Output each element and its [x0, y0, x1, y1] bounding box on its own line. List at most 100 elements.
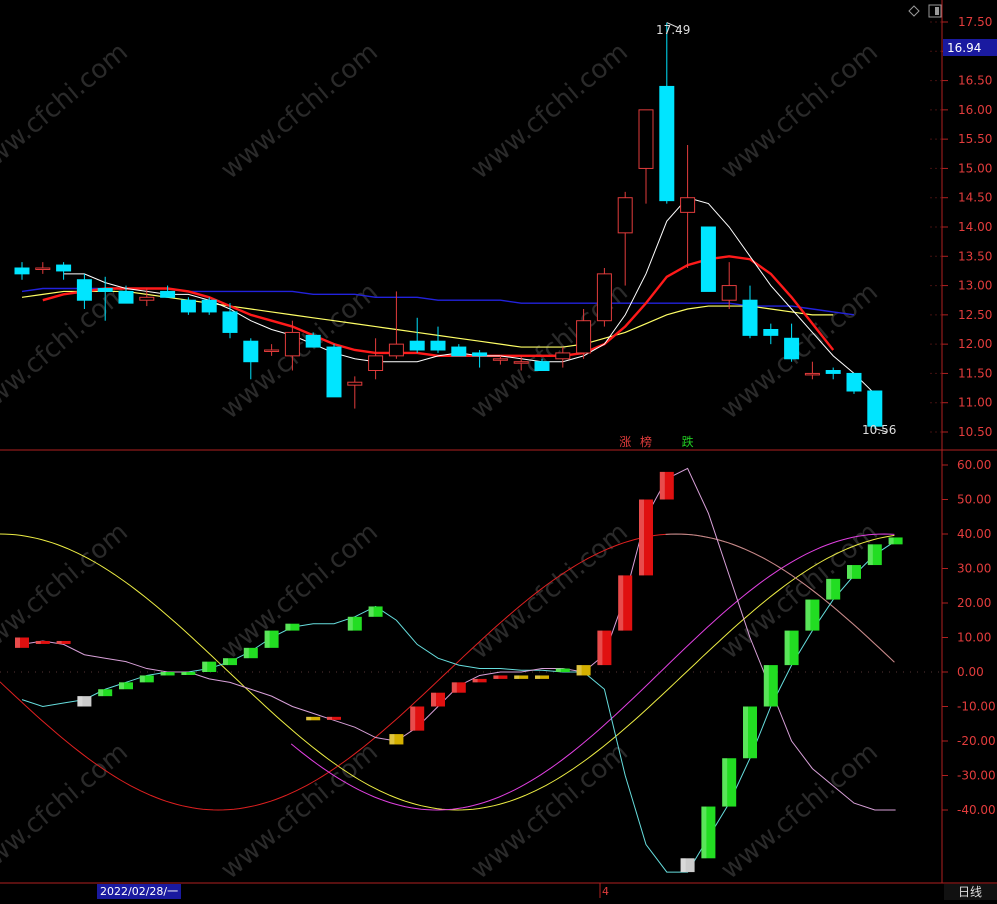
- osc-tick-label: 30.00: [957, 562, 991, 576]
- oscillator-bar[interactable]: [493, 675, 508, 679]
- oscillator-bar[interactable]: [680, 858, 695, 873]
- osc-tick-label: 40.00: [957, 527, 991, 541]
- candle[interactable]: [846, 372, 862, 394]
- low-price-label: 10.56: [862, 423, 896, 437]
- oscillator-bar-shine: [35, 640, 41, 644]
- oscillator-bar-shine: [826, 578, 832, 600]
- period-label[interactable]: 日线: [958, 885, 982, 899]
- price-tick-label: 15.00: [958, 161, 992, 175]
- oscillator-bar[interactable]: [347, 616, 362, 631]
- oscillator-bar-shine: [597, 630, 603, 666]
- candle-body: [14, 267, 30, 275]
- oscillator-bar[interactable]: [160, 672, 175, 676]
- candle-body: [700, 226, 716, 292]
- oscillator-bar-shine: [410, 706, 416, 731]
- oscillator-bar[interactable]: [410, 706, 425, 731]
- candle-body: [680, 197, 696, 213]
- price-tick-label: 16.00: [958, 103, 992, 117]
- oscillator-bar-shine: [119, 682, 124, 690]
- price-tick-label: 11.00: [958, 396, 992, 410]
- osc-tick-label: 50.00: [957, 493, 991, 507]
- price-tick-label: 10.50: [958, 425, 992, 439]
- oscillator-bar[interactable]: [285, 623, 300, 631]
- oscillator-bar[interactable]: [659, 471, 674, 500]
- candle-body: [596, 273, 612, 322]
- candle[interactable]: [180, 297, 196, 315]
- oscillator-bar-shine: [223, 658, 228, 666]
- oscillator-bar[interactable]: [119, 682, 133, 690]
- candle[interactable]: [326, 344, 342, 398]
- oscillator-bar[interactable]: [639, 499, 653, 576]
- price-tick-label: 15.50: [958, 132, 992, 146]
- oscillator-bar[interactable]: [514, 675, 529, 679]
- osc-tick-label: -30.00: [957, 769, 996, 783]
- candle-body: [264, 349, 280, 352]
- oscillator-bar-shine: [15, 637, 20, 648]
- candle[interactable]: [700, 226, 716, 292]
- osc-tick-label: -40.00: [957, 803, 996, 817]
- candle-body: [617, 197, 633, 234]
- oscillator-bar[interactable]: [722, 758, 737, 807]
- price-tick-label: 13.50: [958, 249, 992, 263]
- current-price-tag: 16.94: [943, 39, 997, 56]
- oscillator-bar[interactable]: [327, 716, 341, 720]
- oscillator-bar[interactable]: [826, 578, 841, 600]
- oscillator-bar[interactable]: [867, 544, 882, 566]
- price-tick-label: 14.50: [958, 191, 992, 205]
- oscillator-bar-shine: [160, 672, 166, 676]
- oscillator-bar[interactable]: [35, 640, 50, 644]
- candle[interactable]: [596, 268, 612, 327]
- oscillator-bar[interactable]: [56, 640, 71, 644]
- oscillator-bar[interactable]: [555, 668, 570, 672]
- price-tick-label: 12.50: [958, 308, 992, 322]
- candle-body: [430, 340, 446, 351]
- oscillator-bar[interactable]: [847, 565, 861, 579]
- oscillator-bar[interactable]: [888, 537, 903, 545]
- oscillator-bar[interactable]: [451, 682, 466, 693]
- oscillator-bar[interactable]: [576, 665, 591, 676]
- oscillator-bar-shine: [722, 758, 728, 807]
- oscillator-bar[interactable]: [784, 630, 799, 666]
- candle-body: [118, 290, 134, 304]
- oscillator-bar-shine: [888, 537, 894, 545]
- oscillator-bar[interactable]: [618, 575, 633, 631]
- bottom-tick-label: 4: [602, 885, 609, 898]
- oscillator-bar[interactable]: [15, 637, 29, 648]
- candle-body: [825, 370, 841, 374]
- oscillator-bar[interactable]: [701, 806, 716, 859]
- oscillator-bar[interactable]: [202, 661, 217, 672]
- oscillator-bar[interactable]: [535, 675, 549, 679]
- oscillator-bar-shine: [181, 672, 187, 675]
- oscillator-bar[interactable]: [139, 675, 154, 683]
- oscillator-bar-shine: [659, 471, 665, 500]
- oscillator-bar[interactable]: [597, 630, 612, 666]
- candle[interactable]: [201, 297, 217, 315]
- candle-body: [180, 299, 196, 313]
- oscillator-bar[interactable]: [243, 647, 258, 659]
- oscillator-bar[interactable]: [389, 734, 404, 745]
- current-price-value: 16.94: [947, 41, 981, 55]
- oscillator-bar[interactable]: [743, 706, 757, 759]
- oscillator-bar-shine: [56, 640, 62, 644]
- oscillator-bar-shine: [368, 606, 374, 617]
- oscillator-bar[interactable]: [306, 716, 321, 721]
- oscillator-bar[interactable]: [431, 692, 445, 707]
- osc-tick-label: 10.00: [957, 631, 991, 645]
- oscillator-bar-shine: [514, 675, 520, 679]
- oscillator-bar[interactable]: [223, 658, 237, 666]
- oscillator-bar[interactable]: [368, 606, 383, 617]
- candle-body: [326, 346, 342, 398]
- oscillator-bar-shine: [618, 575, 624, 631]
- candle-body: [804, 372, 820, 376]
- oscillator-bar[interactable]: [98, 689, 113, 697]
- oscillator-bar[interactable]: [264, 630, 279, 648]
- oscillator-bar-shine: [493, 675, 499, 679]
- oscillator-bar[interactable]: [805, 599, 820, 631]
- oscillator-bar[interactable]: [472, 678, 487, 683]
- oscillator-bar-shine: [202, 661, 208, 672]
- oscillator-bar[interactable]: [181, 672, 196, 675]
- candle-body: [201, 299, 217, 313]
- oscillator-bar[interactable]: [763, 665, 778, 707]
- oscillator-bar-shine: [243, 647, 249, 659]
- oscillator-bar[interactable]: [77, 696, 92, 707]
